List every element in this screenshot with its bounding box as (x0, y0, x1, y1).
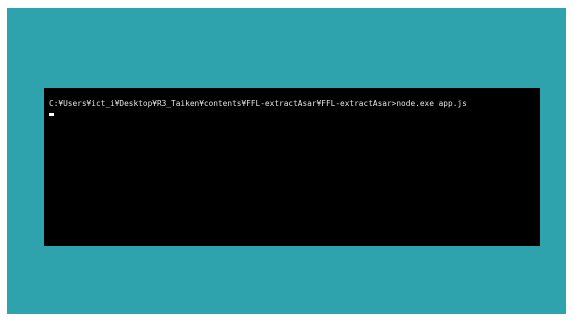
command-line: C:¥Users¥ict_i¥Desktop¥R3_Taiken¥content… (49, 99, 467, 108)
desktop-background: C:¥Users¥ict_i¥Desktop¥R3_Taiken¥content… (7, 8, 566, 314)
command-prompt-window[interactable]: C:¥Users¥ict_i¥Desktop¥R3_Taiken¥content… (44, 88, 540, 246)
text-cursor (49, 113, 54, 116)
